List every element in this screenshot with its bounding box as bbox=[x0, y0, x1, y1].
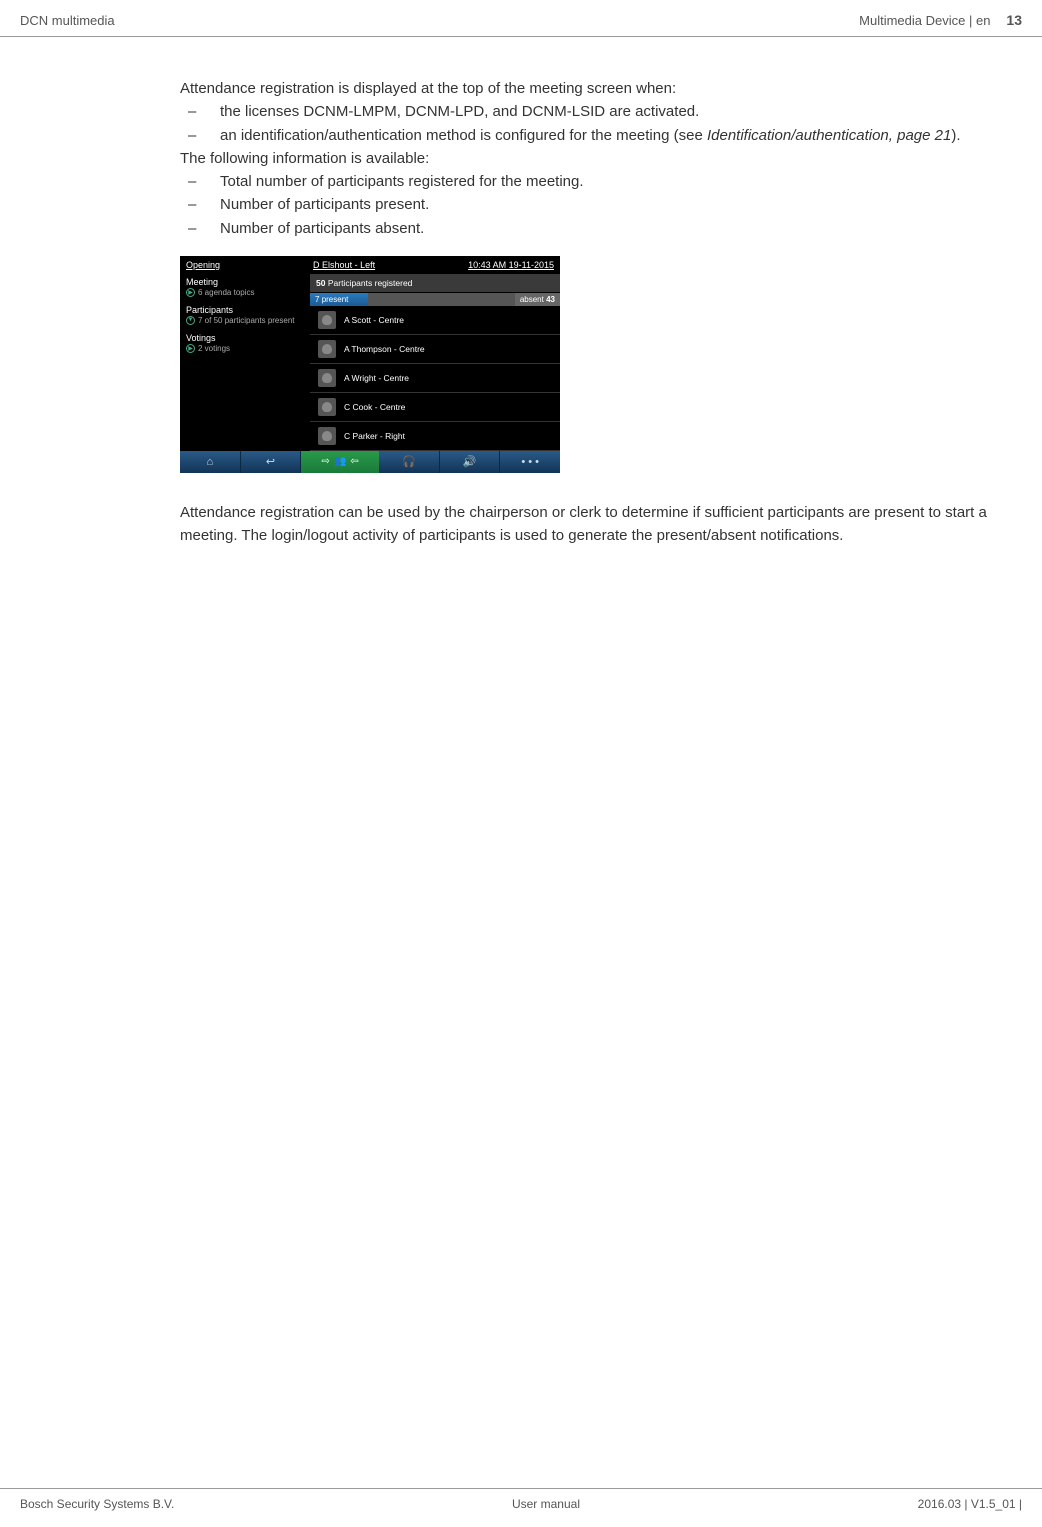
speak-button[interactable]: ⇨ 👥 ⇦ bbox=[301, 451, 379, 473]
headphones-icon: 🎧 bbox=[402, 455, 416, 468]
list-item[interactable]: C Parker - Right bbox=[310, 422, 560, 451]
registered-count: 50 bbox=[316, 278, 325, 288]
page-header: DCN multimedia Multimedia Device | en 13 bbox=[0, 0, 1042, 37]
absent-label: absent bbox=[520, 295, 544, 304]
avatar-icon bbox=[318, 369, 336, 387]
header-section-label: Multimedia Device | en bbox=[859, 13, 990, 28]
avatar-icon bbox=[318, 340, 336, 358]
device-bottombar: ⌂ ↩ ⇨ 👥 ⇦ 🎧 🔊 • • • bbox=[180, 451, 560, 473]
play-icon: ▶ bbox=[186, 344, 195, 353]
dropdown-icon: ▼ bbox=[186, 316, 195, 325]
arrow-left-icon: ⇦ bbox=[350, 456, 358, 467]
footer-doc-type: User manual bbox=[512, 1497, 580, 1511]
avatar-icon bbox=[318, 311, 336, 329]
footer-version: 2016.03 | V1.5_01 | bbox=[918, 1497, 1022, 1511]
headphones-button[interactable]: 🎧 bbox=[379, 451, 440, 473]
page-content: Attendance registration is displayed at … bbox=[0, 37, 1020, 567]
arrow-right-icon: ⇨ bbox=[322, 456, 330, 467]
device-topbar: Opening D Elshout - Left 10:43 AM 19-11-… bbox=[180, 256, 560, 274]
sidebar-item-votings[interactable]: Votings ▶ 2 votings bbox=[180, 330, 310, 358]
footer-company: Bosch Security Systems B.V. bbox=[20, 1497, 174, 1511]
back-button[interactable]: ↩ bbox=[241, 451, 302, 473]
page-footer: Bosch Security Systems B.V. User manual … bbox=[0, 1488, 1042, 1511]
absent-count: 43 bbox=[546, 295, 555, 304]
sidebar-item-sub: 2 votings bbox=[198, 344, 230, 353]
group-icon: 👥 bbox=[334, 456, 346, 467]
registered-bar: 50 Participants registered bbox=[310, 274, 560, 293]
present-count: 7 bbox=[315, 295, 319, 304]
participant-name: A Wright - Centre bbox=[344, 373, 409, 383]
list-item: an identification/authentication method … bbox=[180, 124, 1000, 147]
list-item: Number of participants present. bbox=[180, 193, 1000, 216]
absent-badge[interactable]: absent 43 bbox=[515, 293, 560, 306]
avatar-icon bbox=[318, 398, 336, 416]
list-item[interactable]: A Scott - Centre bbox=[310, 306, 560, 335]
device-main: 50 Participants registered 7 present abs… bbox=[310, 274, 560, 451]
sidebar-item-meeting[interactable]: Meeting ▶ 6 agenda topics bbox=[180, 274, 310, 302]
topbar-center[interactable]: D Elshout - Left bbox=[313, 260, 375, 270]
info-list: Total number of participants registered … bbox=[180, 170, 1000, 240]
present-badge[interactable]: 7 present bbox=[310, 293, 368, 306]
home-button[interactable]: ⌂ bbox=[180, 451, 241, 473]
sidebar-item-title: Meeting bbox=[186, 277, 304, 288]
home-icon: ⌂ bbox=[207, 456, 214, 468]
present-label: present bbox=[322, 295, 349, 304]
cross-reference: Identification/authentication, page 21 bbox=[707, 127, 951, 144]
topbar-time: 10:43 AM 19-11-2015 bbox=[468, 260, 554, 270]
sidebar-item-title: Participants bbox=[186, 305, 304, 316]
intro2-text: The following information is available: bbox=[180, 147, 1000, 170]
intro-text: Attendance registration is displayed at … bbox=[180, 77, 1000, 100]
more-icon: • • • bbox=[521, 456, 539, 468]
registered-label: Participants registered bbox=[328, 278, 413, 288]
absent-fill bbox=[368, 293, 515, 306]
participant-name: C Parker - Right bbox=[344, 431, 405, 441]
device-screenshot: Opening D Elshout - Left 10:43 AM 19-11-… bbox=[180, 256, 560, 473]
more-button[interactable]: • • • bbox=[500, 451, 560, 473]
closing-paragraph: Attendance registration can be used by t… bbox=[180, 501, 1000, 548]
list-item[interactable]: A Thompson - Centre bbox=[310, 335, 560, 364]
page-number: 13 bbox=[1006, 12, 1022, 28]
list-item: the licenses DCNM-LMPM, DCNM-LPD, and DC… bbox=[180, 100, 1000, 123]
list-item[interactable]: A Wright - Centre bbox=[310, 364, 560, 393]
sidebar-item-participants[interactable]: Participants ▼ 7 of 50 participants pres… bbox=[180, 302, 310, 330]
stat-row: 7 present absent 43 bbox=[310, 293, 560, 306]
header-right: Multimedia Device | en 13 bbox=[859, 12, 1022, 28]
sidebar-item-sub: 7 of 50 participants present bbox=[198, 316, 295, 325]
list-item: Total number of participants registered … bbox=[180, 170, 1000, 193]
topbar-left[interactable]: Opening bbox=[186, 260, 220, 270]
list-item: Number of participants absent. bbox=[180, 217, 1000, 240]
sidebar-item-title: Votings bbox=[186, 333, 304, 344]
participant-name: A Scott - Centre bbox=[344, 315, 404, 325]
play-icon: ▶ bbox=[186, 288, 195, 297]
list-item-text: an identification/authentication method … bbox=[220, 127, 707, 144]
device-sidebar: Meeting ▶ 6 agenda topics Participants ▼… bbox=[180, 274, 310, 451]
avatar-icon bbox=[318, 427, 336, 445]
header-product: DCN multimedia bbox=[20, 13, 115, 28]
back-icon: ↩ bbox=[266, 455, 275, 468]
volume-icon: 🔊 bbox=[463, 455, 477, 468]
participant-list[interactable]: A Scott - Centre A Thompson - Centre A W… bbox=[310, 306, 560, 451]
list-item[interactable]: C Cook - Centre bbox=[310, 393, 560, 422]
condition-list: the licenses DCNM-LMPM, DCNM-LPD, and DC… bbox=[180, 100, 1000, 147]
participant-name: C Cook - Centre bbox=[344, 402, 405, 412]
list-item-text: ). bbox=[951, 127, 960, 144]
volume-button[interactable]: 🔊 bbox=[440, 451, 501, 473]
sidebar-item-sub: 6 agenda topics bbox=[198, 288, 255, 297]
participant-name: A Thompson - Centre bbox=[344, 344, 425, 354]
